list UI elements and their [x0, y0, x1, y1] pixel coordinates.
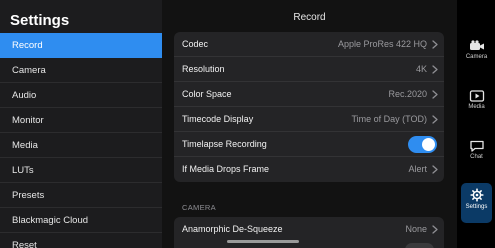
tab-camera[interactable]: Camera — [461, 35, 492, 75]
sidebar-item-presets[interactable]: Presets — [0, 183, 162, 208]
sidebar-item-camera[interactable]: Camera — [0, 58, 162, 83]
resolution-value: 4K — [415, 64, 427, 74]
sidebar-item-monitor[interactable]: Monitor — [0, 108, 162, 133]
toggle-knob — [422, 138, 435, 151]
timecode-display-label: Timecode Display — [182, 114, 254, 124]
tab-settings[interactable]: Settings — [461, 183, 492, 223]
tab-chat[interactable]: Chat — [461, 135, 492, 175]
record-settings-panel: Record Codec Apple ProRes 422 HQ Resolut… — [162, 0, 457, 248]
sidebar-item-label: Blackmagic Cloud — [12, 215, 89, 226]
record-settings-group: Codec Apple ProRes 422 HQ Resolution 4K … — [174, 32, 444, 182]
section-header-camera: CAMERA — [182, 203, 216, 212]
camera-icon — [469, 40, 484, 50]
resolution-label: Resolution — [182, 64, 225, 74]
color-space-label: Color Space — [182, 89, 232, 99]
tab-label: Chat — [470, 154, 483, 160]
chevron-right-icon — [432, 90, 438, 99]
tab-bar: Camera Media Chat Settings — [457, 0, 495, 248]
sidebar-list: Record Camera Audio Monitor Media LUTs P… — [0, 33, 162, 248]
page-title: Record — [293, 12, 326, 23]
camera-settings-group: Anamorphic De-Squeeze None — [174, 217, 444, 248]
partial-toggle[interactable] — [405, 243, 434, 248]
sidebar-item-label: Media — [12, 140, 38, 151]
codec-label: Codec — [182, 39, 209, 49]
sidebar-item-record[interactable]: Record — [0, 33, 162, 58]
timecode-display-row[interactable]: Timecode Display Time of Day (TOD) — [174, 107, 444, 132]
media-drops-frame-row[interactable]: If Media Drops Frame Alert — [174, 157, 444, 182]
chevron-right-icon — [432, 115, 438, 124]
gear-icon — [469, 188, 484, 202]
timelapse-recording-row: Timelapse Recording — [174, 132, 444, 157]
sidebar-item-label: Record — [12, 40, 43, 51]
codec-value: Apple ProRes 422 HQ — [337, 39, 427, 49]
tab-label: Settings — [465, 204, 488, 210]
sidebar-item-label: Reset — [12, 240, 37, 248]
chevron-right-icon — [432, 225, 438, 234]
home-indicator — [227, 240, 299, 243]
tab-label: Media — [468, 104, 485, 110]
sidebar-item-label: LUTs — [12, 165, 34, 176]
tab-media[interactable]: Media — [461, 85, 492, 125]
media-icon — [469, 90, 484, 102]
sidebar-item-label: Presets — [12, 190, 45, 201]
media-drops-frame-label: If Media Drops Frame — [182, 164, 270, 174]
settings-sidebar: Settings Record Camera Audio Monitor Med… — [0, 0, 162, 248]
sidebar-item-reset[interactable]: Reset — [0, 233, 162, 248]
anamorphic-de-squeeze-label: Anamorphic De-Squeeze — [182, 224, 283, 234]
sidebar-item-label: Audio — [12, 90, 37, 101]
sidebar-item-label: Monitor — [12, 115, 44, 126]
codec-row[interactable]: Codec Apple ProRes 422 HQ — [174, 32, 444, 57]
color-space-value: Rec.2020 — [388, 89, 427, 99]
sidebar-item-blackmagic-cloud[interactable]: Blackmagic Cloud — [0, 208, 162, 233]
sidebar-title: Settings — [10, 12, 70, 29]
chevron-right-icon — [432, 165, 438, 174]
sidebar-item-luts[interactable]: LUTs — [0, 158, 162, 183]
anamorphic-de-squeeze-value: None — [405, 224, 427, 234]
timecode-display-value: Time of Day (TOD) — [351, 114, 427, 124]
chat-icon — [469, 140, 484, 152]
resolution-row[interactable]: Resolution 4K — [174, 57, 444, 82]
sidebar-item-label: Camera — [12, 65, 46, 76]
tab-label: Camera — [465, 54, 488, 60]
media-drops-frame-value: Alert — [408, 164, 427, 174]
chevron-right-icon — [432, 65, 438, 74]
sidebar-item-media[interactable]: Media — [0, 133, 162, 158]
timelapse-recording-toggle[interactable] — [408, 136, 437, 153]
color-space-row[interactable]: Color Space Rec.2020 — [174, 82, 444, 107]
timelapse-recording-label: Timelapse Recording — [182, 139, 267, 149]
anamorphic-de-squeeze-row[interactable]: Anamorphic De-Squeeze None — [174, 217, 444, 242]
sidebar-item-audio[interactable]: Audio — [0, 83, 162, 108]
chevron-right-icon — [432, 40, 438, 49]
